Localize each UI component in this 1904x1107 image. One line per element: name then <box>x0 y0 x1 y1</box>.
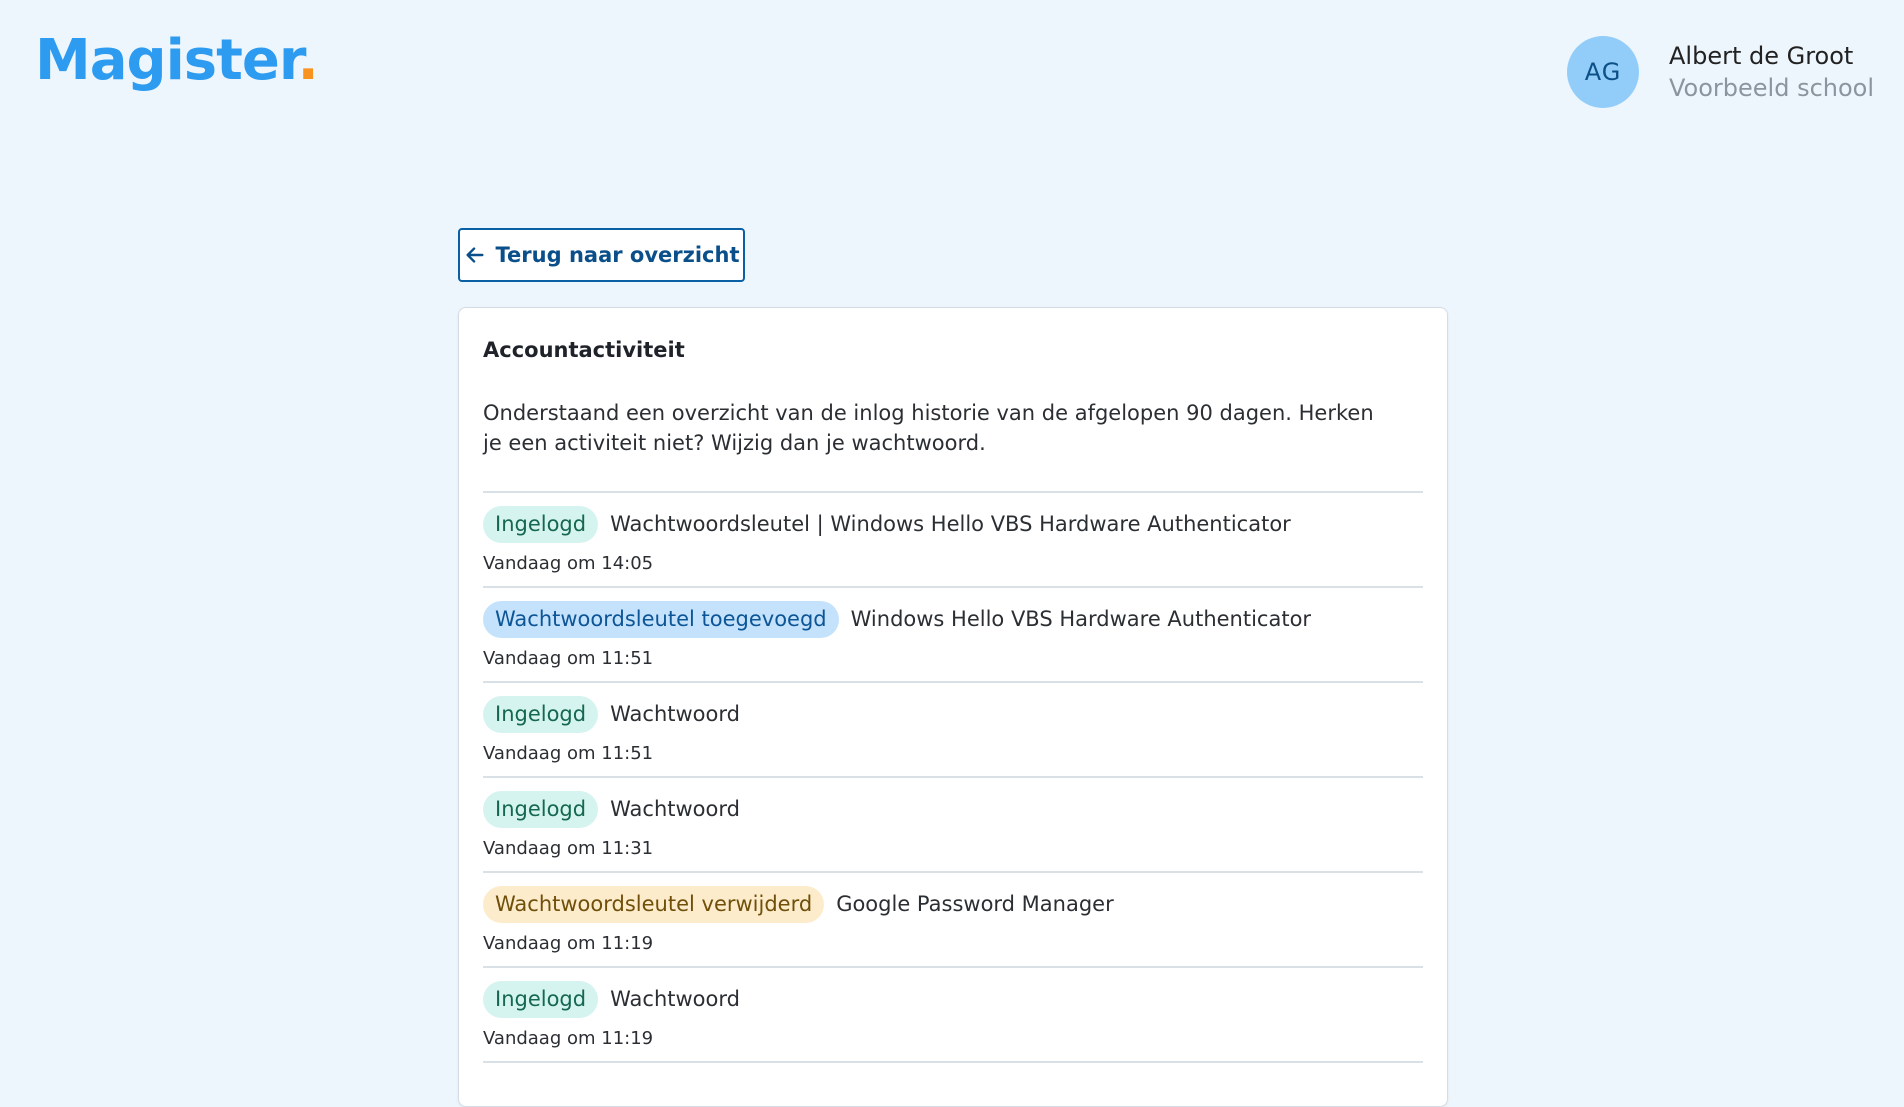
activity-detail: Wachtwoordsleutel | Windows Hello VBS Ha… <box>610 512 1291 536</box>
card-description: Onderstaand een overzicht van de inlog h… <box>483 401 1374 455</box>
activity-item: Wachtwoordsleutel verwijderd Google Passw… <box>483 873 1423 968</box>
arrow-left-icon <box>465 247 484 263</box>
activity-detail: Wachtwoord <box>610 797 740 821</box>
activity-time: Vandaag om 14:05 <box>483 553 654 574</box>
activity-item: Ingelogd Wachtwoord Vandaag om 11:51 <box>483 683 1423 778</box>
back-to-overview-button[interactable]: Terug naar overzicht <box>458 228 745 282</box>
activity-time: Vandaag om 11:19 <box>483 1028 654 1049</box>
status-badge: Ingelogd <box>483 790 599 828</box>
card-title: Accountactiviteit <box>483 338 685 362</box>
status-badge: Wachtwoordsleutel verwijderd <box>483 885 825 923</box>
activity-time: Vandaag om 11:51 <box>483 743 654 764</box>
activity-item: Ingelogd Wachtwoord Vandaag om 11:31 <box>483 778 1423 873</box>
activity-line: Wachtwoordsleutel toegevoegd Windows Hell… <box>483 600 1423 638</box>
status-badge: Ingelogd <box>483 505 599 543</box>
status-badge: Wachtwoordsleutel toegevoegd <box>483 600 839 638</box>
account-activity-card: Accountactiviteit Onderstaand een overzi… <box>458 307 1448 1107</box>
activity-time: Vandaag om 11:31 <box>483 838 654 859</box>
user-info: Albert de Groot Voorbeeld school <box>1669 40 1874 104</box>
logo-text: Magister <box>35 28 299 93</box>
activity-line: Wachtwoordsleutel verwijderd Google Passw… <box>483 885 1423 923</box>
activity-list: Ingelogd Wachtwoordsleutel | Windows Hell… <box>483 491 1423 1063</box>
activity-time: Vandaag om 11:19 <box>483 933 654 954</box>
activity-line: Ingelogd Wachtwoord <box>483 980 1423 1018</box>
activity-item: Ingelogd Wachtwoordsleutel | Windows Hell… <box>483 493 1423 588</box>
logo-dot: . <box>297 28 319 93</box>
status-badge: Ingelogd <box>483 695 599 733</box>
activity-line: Ingelogd Wachtwoord <box>483 695 1423 733</box>
back-button-label: Terug naar overzicht <box>495 243 740 267</box>
activity-detail: Google Password Manager <box>836 892 1114 916</box>
status-badge: Ingelogd <box>483 980 599 1018</box>
activity-detail: Wachtwoord <box>610 702 740 726</box>
user-name: Albert de Groot <box>1669 42 1854 70</box>
activity-time: Vandaag om 11:51 <box>483 648 654 669</box>
activity-item: Wachtwoordsleutel toegevoegd Windows Hell… <box>483 588 1423 683</box>
activity-detail: Windows Hello VBS Hardware Authenticator <box>850 607 1312 631</box>
magister-logo[interactable]: Magister. <box>35 26 319 96</box>
user-school: Voorbeeld school <box>1669 74 1875 102</box>
activity-line: Ingelogd Wachtwoord <box>483 790 1423 828</box>
activity-line: Ingelogd Wachtwoordsleutel | Windows Hell… <box>483 505 1423 543</box>
activity-item: Ingelogd Wachtwoord Vandaag om 11:19 <box>483 968 1423 1063</box>
avatar: AG <box>1567 36 1639 108</box>
user-profile[interactable]: AG Albert de Groot Voorbeeld school <box>1567 36 1874 108</box>
activity-detail: Wachtwoord <box>610 987 740 1011</box>
